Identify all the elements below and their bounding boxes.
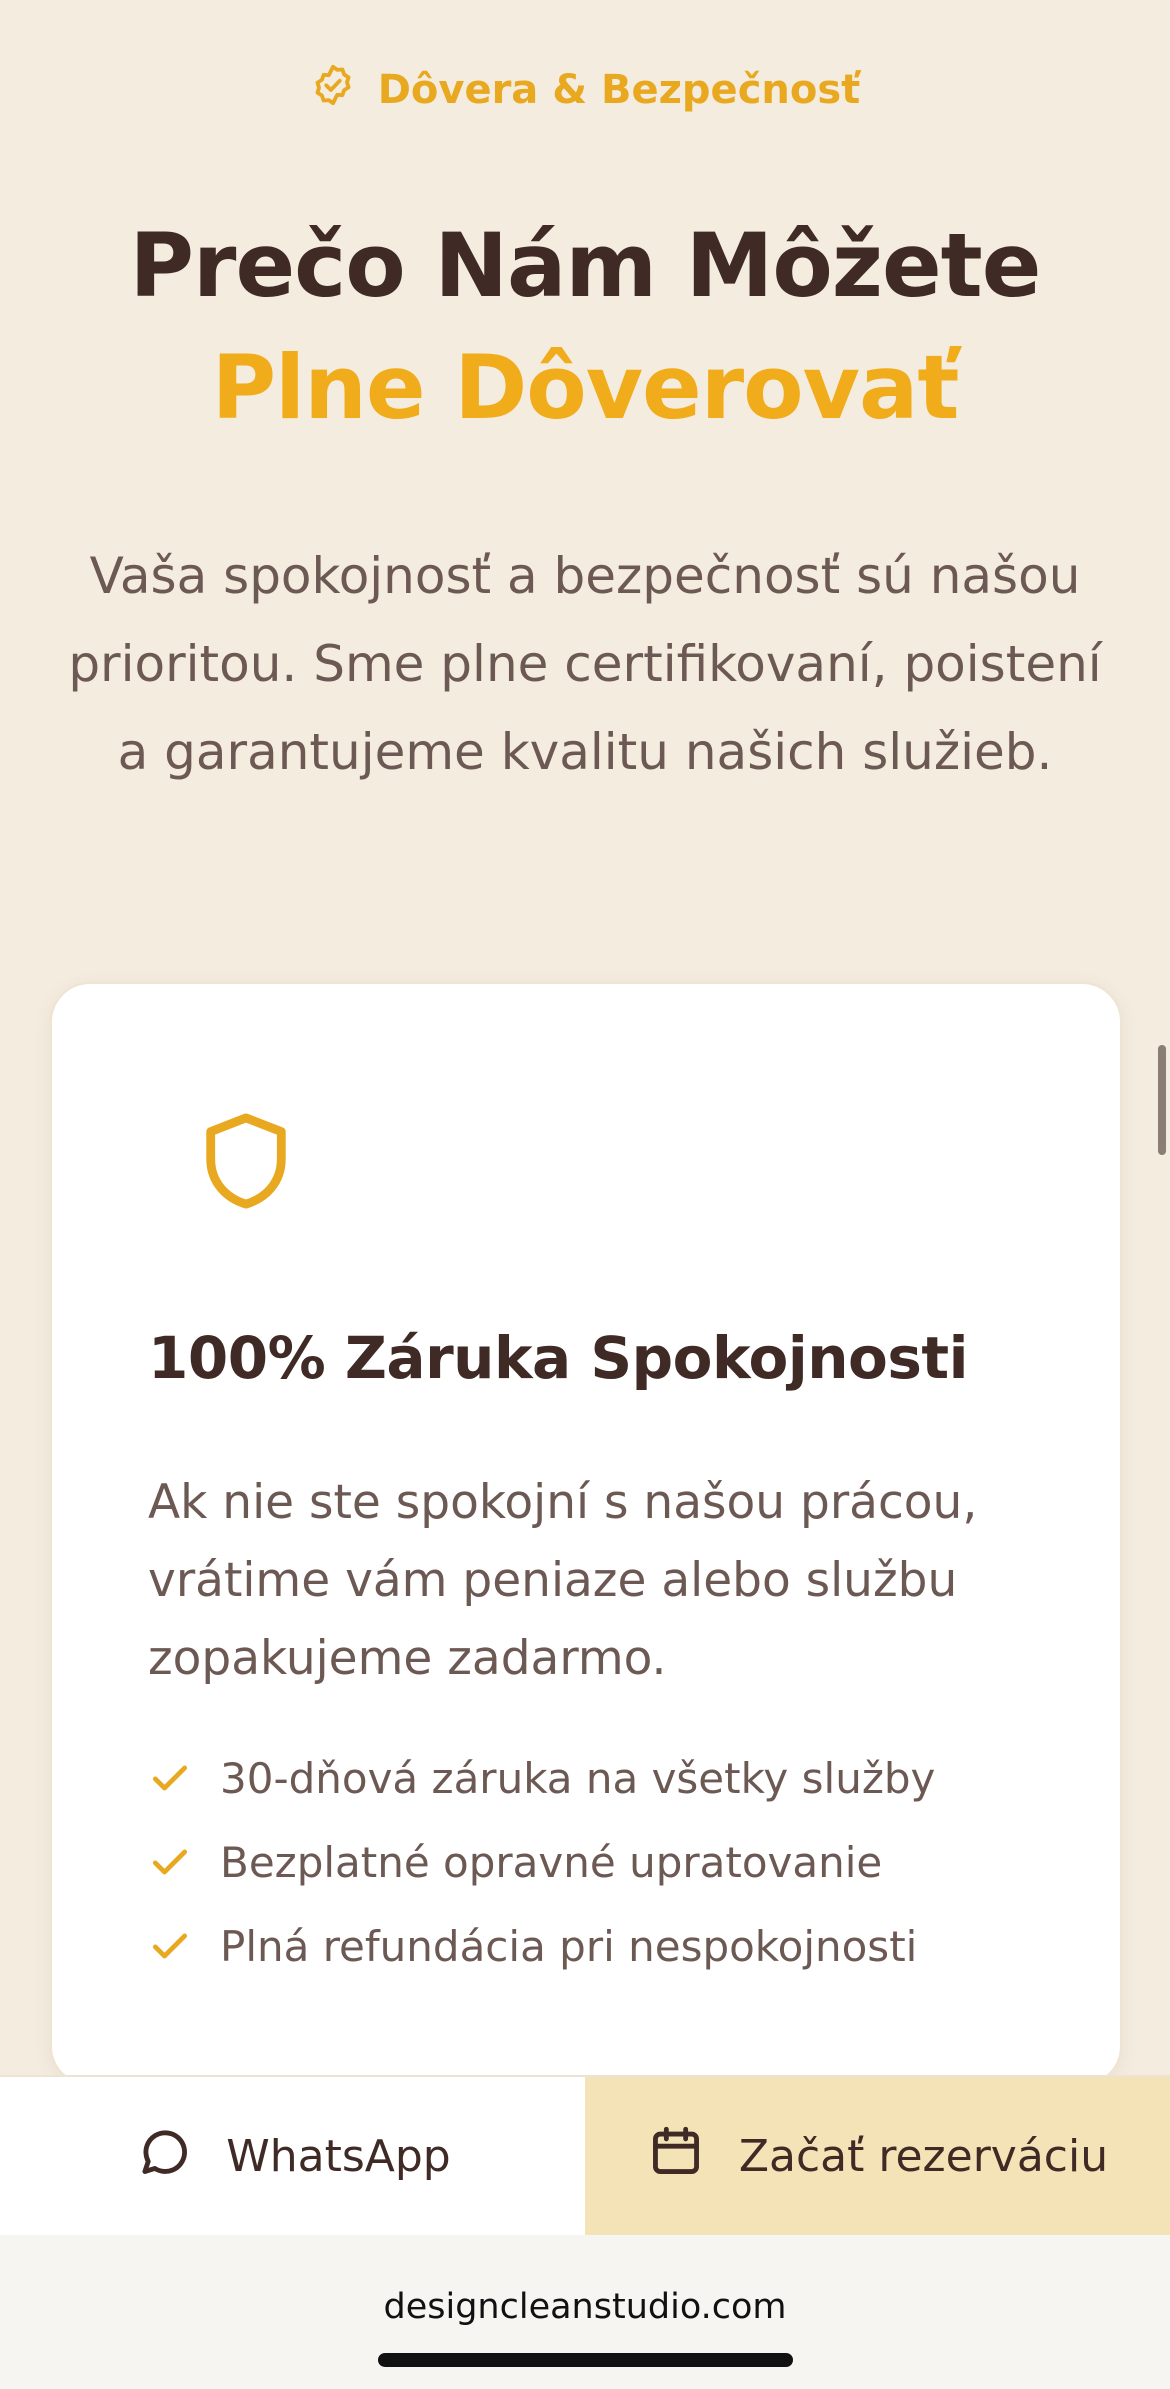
list-item: Bezplatné opravné upratovanie	[148, 1820, 935, 1904]
whatsapp-button[interactable]: WhatsApp	[0, 2077, 585, 2235]
start-reservation-button[interactable]: Začať rezerváciu	[585, 2077, 1170, 2235]
intro-text: Vaša spokojnosť a bezpečnosť sú našou pr…	[68, 547, 1102, 781]
list-item: Plná refundácia pri nespokojnosti	[148, 1904, 935, 1988]
badge-label: Dôvera & Bezpečnosť	[377, 67, 861, 113]
browser-address-bar[interactable]: designcleanstudio.com	[0, 2235, 1170, 2389]
feature-list: 30-dňová záruka na všetky služby Bezplat…	[148, 1736, 935, 1988]
shield-icon	[202, 1112, 290, 1210]
whatsapp-label: WhatsApp	[226, 2130, 451, 2182]
home-indicator[interactable]	[378, 2353, 793, 2367]
url-text[interactable]: designcleanstudio.com	[0, 2287, 1170, 2327]
page-title: Prečo Nám Môžete Plne Dôverovať	[0, 205, 1170, 449]
scrollbar[interactable]	[1158, 1045, 1166, 1155]
check-icon	[152, 1933, 188, 1959]
guarantee-card: 100% Záruka Spokojnosti Ak nie ste spoko…	[50, 982, 1122, 2086]
feature-text: 30-dňová záruka na všetky služby	[220, 1753, 936, 1803]
card-description: Ak nie ste spokojní s našou prácou, vrát…	[148, 1475, 978, 1686]
reservation-label: Začať rezerváciu	[738, 2130, 1109, 2182]
card-title: 100% Záruka Spokojnosti	[148, 1324, 969, 1392]
trust-badge: Dôvera & Bezpečnosť	[0, 62, 1170, 118]
feature-text: Bezplatné opravné upratovanie	[220, 1837, 883, 1887]
feature-text: Plná refundácia pri nespokojnosti	[220, 1921, 918, 1971]
check-badge-icon	[310, 62, 356, 118]
bottom-action-bar: WhatsApp Začať rezerváciu	[0, 2075, 1170, 2237]
title-line-1: Prečo Nám Môžete	[129, 214, 1042, 317]
list-item: 30-dňová záruka na všetky služby	[148, 1736, 935, 1820]
check-icon	[152, 1765, 188, 1791]
chat-bubble-icon	[134, 2122, 192, 2191]
title-line-2-highlight: Plne Dôverovať	[211, 336, 960, 439]
check-icon	[152, 1849, 188, 1875]
page: Dôvera & Bezpečnosť Prečo Nám Môžete Pln…	[0, 0, 1170, 2389]
calendar-icon	[647, 2122, 705, 2191]
